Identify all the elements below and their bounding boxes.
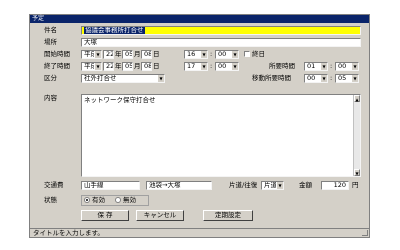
state-label: 状態 (44, 196, 57, 204)
end-time-label: 終了時間 (44, 62, 70, 70)
amount-input[interactable]: 120 (321, 181, 349, 190)
time-separator: : (210, 62, 213, 70)
content-value: ネットワーク保守打合せ (84, 96, 156, 104)
content-label: 内容 (44, 94, 57, 102)
travel-time-label: 移動所要時間 (252, 74, 291, 82)
end-year-input[interactable]: 22 (103, 62, 114, 71)
duration-label: 所要時間 (269, 62, 295, 70)
dropdown-arrow-icon: ▼ (94, 51, 101, 58)
status-text: タイトルを入力します。 (33, 229, 104, 237)
start-day-input[interactable]: 08 (141, 50, 152, 59)
day-unit: 日 (153, 62, 160, 70)
dropdown-arrow-icon: ▼ (200, 51, 207, 58)
allday-label: 終日 (252, 50, 265, 58)
start-hour-select[interactable]: 16 ▼ (184, 50, 208, 59)
window-title-bar[interactable]: 予定 (30, 15, 369, 23)
fare-route-input[interactable]: 池袋→大塚 (146, 181, 212, 190)
start-year-input[interactable]: 22 (103, 50, 114, 59)
start-minute-select[interactable]: 00 ▼ (215, 50, 239, 59)
start-time-label: 開始時間 (44, 50, 70, 58)
state-invalid-label: 無効 (123, 196, 136, 204)
time-separator: : (210, 50, 213, 58)
dropdown-arrow-icon: ▼ (351, 63, 358, 70)
dropdown-arrow-icon: ▼ (231, 51, 238, 58)
state-valid-radio[interactable] (84, 197, 90, 203)
place-label: 場所 (44, 38, 57, 46)
place-input[interactable]: 大塚 (81, 38, 361, 47)
state-invalid-radio[interactable] (115, 197, 121, 203)
dropdown-arrow-icon: ▼ (200, 63, 207, 70)
trip-type-label: 片道/往復 (229, 181, 258, 189)
amount-unit: 円 (352, 181, 359, 189)
scroll-down-icon[interactable]: ▼ (354, 169, 360, 176)
year-unit: 年 (115, 62, 122, 70)
time-separator: : (330, 74, 333, 82)
end-minute-select[interactable]: 00 ▼ (215, 62, 239, 71)
place-value: 大塚 (84, 38, 97, 46)
scroll-up-icon[interactable]: ▲ (354, 95, 360, 102)
content-scrollbar[interactable]: ▲ ▼ (353, 95, 360, 176)
dropdown-arrow-icon: ▼ (157, 75, 164, 82)
duration-minute-select[interactable]: 00 ▼ (335, 62, 359, 71)
travel-minute-select[interactable]: 05 ▼ (335, 74, 359, 83)
status-bar: タイトルを入力します。 (30, 228, 369, 237)
fare-label: 交通費 (44, 181, 64, 189)
cancel-button[interactable]: キャンセル (136, 210, 184, 221)
recurring-settings-button[interactable]: 定期設定 (203, 210, 253, 221)
year-unit: 年 (115, 50, 122, 58)
end-era-select[interactable]: 平成 ▼ (81, 62, 102, 71)
start-month-input[interactable]: 05 (122, 50, 133, 59)
fare-line-input[interactable]: 山手線 (81, 181, 140, 190)
save-button[interactable]: 保 存 (81, 210, 129, 221)
dropdown-arrow-icon: ▼ (351, 75, 358, 82)
dropdown-arrow-icon: ▼ (320, 75, 327, 82)
end-day-input[interactable]: 08 (141, 62, 152, 71)
amount-label: 金額 (299, 181, 312, 189)
travel-hour-select[interactable]: 00 ▼ (304, 74, 328, 83)
appointment-window: 予定 件名 協議会事務所打合せ 場所 大塚 開始時間 平成 ▼ 22 年 05 月… (29, 14, 370, 238)
trip-type-select[interactable]: 片道 ▼ (261, 181, 284, 190)
month-unit: 月 (134, 62, 141, 70)
duration-hour-select[interactable]: 01 ▼ (304, 62, 328, 71)
dropdown-arrow-icon: ▼ (320, 63, 327, 70)
subject-input[interactable]: 協議会事務所打合せ (81, 26, 361, 35)
window-title: 予定 (32, 15, 45, 22)
end-month-input[interactable]: 05 (122, 62, 133, 71)
day-unit: 日 (153, 50, 160, 58)
state-valid-label: 有効 (92, 196, 105, 204)
dropdown-arrow-icon: ▼ (276, 182, 283, 189)
subject-value: 協議会事務所打合せ (84, 26, 145, 34)
month-unit: 月 (134, 50, 141, 58)
allday-checkbox[interactable] (244, 51, 250, 57)
resize-grip-icon[interactable] (362, 230, 368, 236)
time-separator: : (330, 62, 333, 70)
category-label: 区分 (44, 74, 57, 82)
end-hour-select[interactable]: 17 ▼ (184, 62, 208, 71)
start-era-select[interactable]: 平成 ▼ (81, 50, 102, 59)
dropdown-arrow-icon: ▼ (231, 63, 238, 70)
content-textarea[interactable]: ネットワーク保守打合せ ▲ ▼ (81, 94, 361, 177)
dropdown-arrow-icon: ▼ (94, 63, 101, 70)
subject-label: 件名 (44, 26, 57, 34)
category-select[interactable]: 社外打合せ ▼ (81, 74, 165, 83)
